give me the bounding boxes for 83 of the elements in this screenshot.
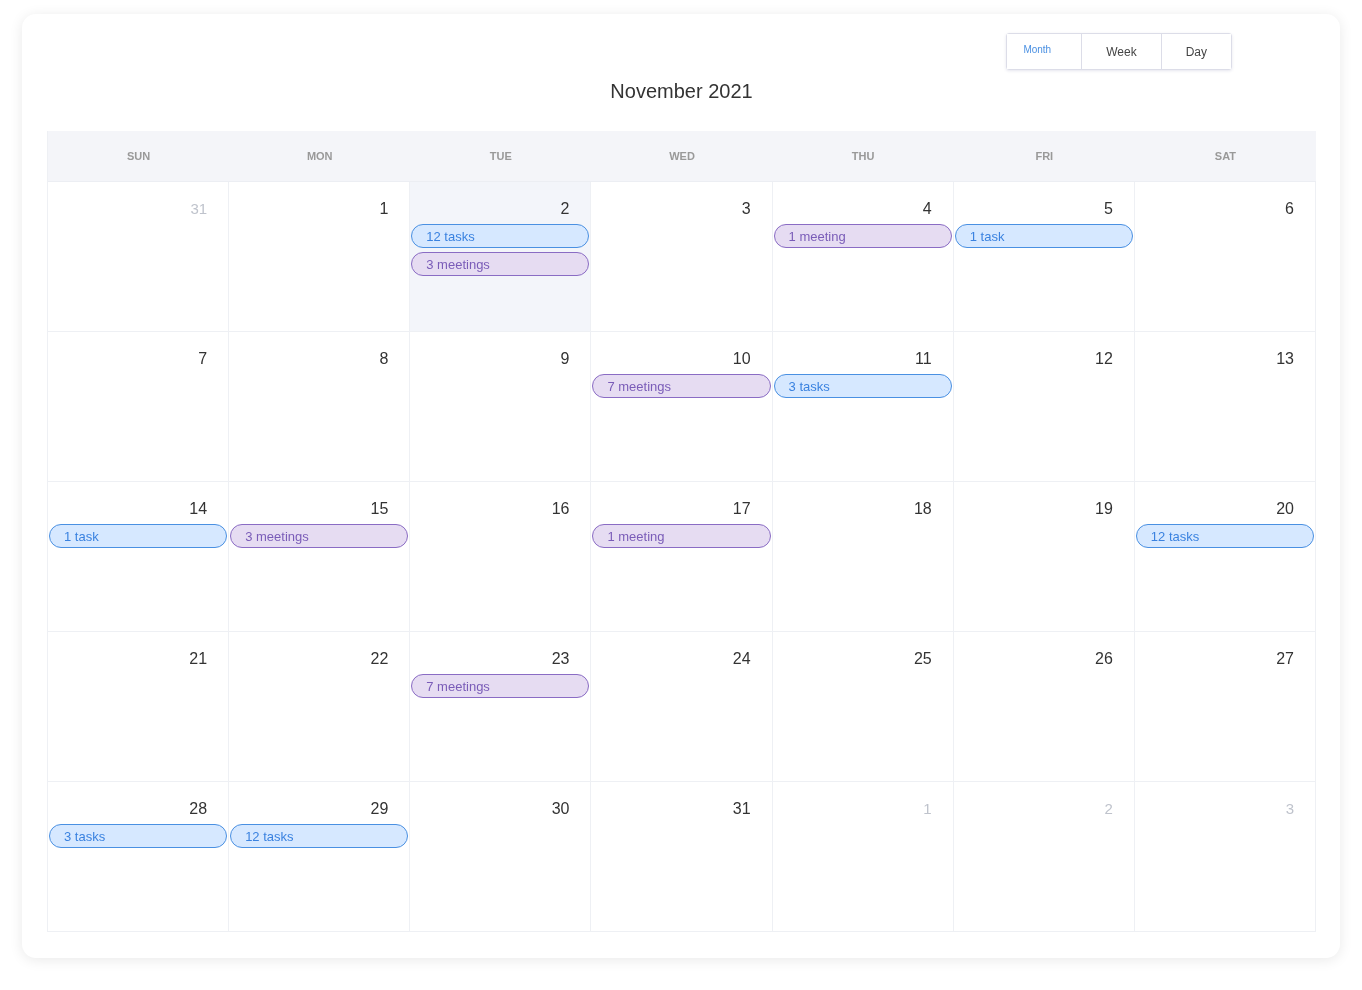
day-cell[interactable]: 11 3 tasks [772,332,954,482]
meeting-pill[interactable]: 3 meetings [411,252,590,276]
day-number: 9 [560,350,570,369]
day-number: 17 [732,500,751,519]
weekday-label: TUE [489,150,512,162]
day-cell[interactable]: 24 [591,632,773,782]
day-cell[interactable]: 30 [410,782,592,932]
day-number: 10 [732,350,751,369]
day-cell[interactable]: 5 1 task [953,182,1135,332]
day-number: 12 [1095,350,1113,369]
meeting-pill[interactable]: 7 meetings [592,374,771,398]
meeting-pill[interactable]: 1 meeting [773,224,952,248]
day-cell[interactable]: 20 12 tasks [1134,482,1316,632]
day-number: 2 [560,200,570,219]
day-cell[interactable]: 22 [229,632,411,782]
day-number: 27 [1276,650,1294,669]
weekday-label: FRI [1035,150,1054,162]
day-cell[interactable]: 13 [1134,332,1316,482]
meeting-pill[interactable]: 3 meetings [230,524,409,548]
weekday-label: WED [669,150,695,162]
weekday-label: MON [306,150,333,162]
day-cell[interactable]: 31 [591,782,773,932]
day-number: 1 [379,200,389,219]
day-cell[interactable]: 6 [1134,182,1316,332]
view-tab[interactable]: Month [1007,34,1083,69]
day-number: 24 [732,650,751,669]
day-number: 26 [1095,650,1113,669]
day-cell[interactable]: 12 [953,332,1135,482]
day-cell[interactable]: 28 3 tasks [48,782,230,932]
day-cell[interactable]: 7 [48,332,230,482]
day-cell[interactable]: 15 3 meetings [229,482,411,632]
day-number: 3 [741,200,751,219]
day-number: 19 [1095,500,1113,519]
day-number: 28 [189,800,208,819]
day-number: 18 [913,500,932,519]
month-title: November 2021 [609,80,754,103]
day-number: 20 [1276,500,1294,519]
day-number: 2 [1104,800,1113,819]
day-number: 31 [732,800,751,819]
day-cell[interactable]: 23 7 meetings [410,632,592,782]
weekday-label: SUN [126,150,151,162]
weekday-label: SAT [1214,150,1236,162]
day-number: 23 [551,650,570,669]
day-number: 15 [370,500,389,519]
day-cell[interactable]: 25 [772,632,954,782]
day-cell[interactable]: 9 [410,332,592,482]
day-cell[interactable]: 8 [229,332,411,482]
day-number: 3 [1285,800,1294,819]
day-cell[interactable]: 26 [953,632,1135,782]
day-cell[interactable]: 18 [772,482,954,632]
day-number: 21 [189,650,208,669]
day-cell[interactable]: 4 1 meeting [772,182,954,332]
meeting-pill[interactable]: 1 meeting [592,524,771,548]
day-number: 31 [190,200,208,219]
day-cell[interactable]: 1 [229,182,411,332]
day-number: 8 [379,350,389,369]
day-number: 4 [922,200,932,219]
day-number: 1 [923,800,932,819]
day-number: 29 [370,800,389,819]
day-number: 6 [1285,200,1294,219]
day-cell[interactable]: 14 1 task [48,482,230,632]
day-cell[interactable]: 27 [1134,632,1316,782]
day-cell[interactable]: 21 [48,632,230,782]
day-number: 25 [913,650,932,669]
day-cell[interactable]: 3 [591,182,773,332]
day-number: 11 [915,350,932,369]
day-cell[interactable]: 17 1 meeting [591,482,773,632]
view-tab[interactable]: Day [1161,34,1231,69]
day-cell[interactable]: 16 [410,482,592,632]
day-number: 7 [198,350,208,369]
day-number: 13 [1276,350,1294,369]
day-number: 16 [551,500,570,519]
day-cell[interactable]: 19 [953,482,1135,632]
view-tab[interactable]: Week [1082,34,1162,69]
day-cell[interactable]: 2 12 tasks 3 meetings [410,182,592,332]
day-cell[interactable]: 29 12 tasks [229,782,411,932]
day-number: 5 [1103,200,1113,219]
day-number: 30 [551,800,570,819]
weekday-label: THU [851,150,875,162]
meeting-pill[interactable]: 7 meetings [411,674,590,698]
day-number: 14 [189,500,208,519]
day-cell[interactable]: 10 7 meetings [591,332,773,482]
day-number: 22 [370,650,389,669]
